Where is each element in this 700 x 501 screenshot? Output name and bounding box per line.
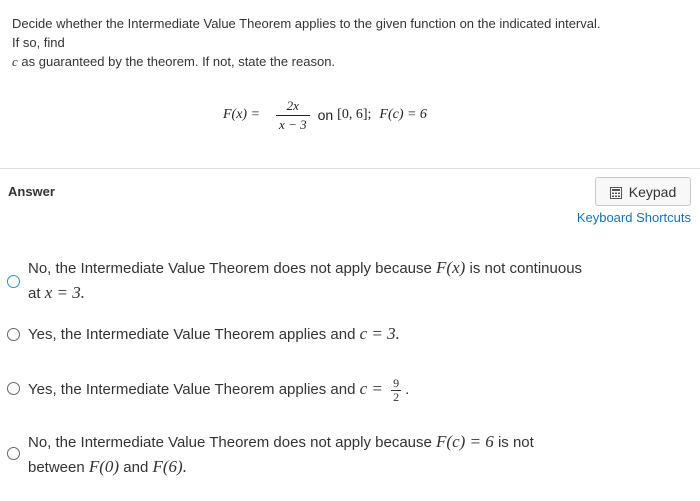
fraction-denominator: x − 3	[276, 114, 310, 133]
question-line-1: Decide whether the Intermediate Value Th…	[12, 16, 601, 31]
function-equation: F(x) = 2x x − 3 on [0, 6]; F(c) = 6	[223, 90, 427, 140]
option-1-line-2: at x = 3.	[28, 283, 85, 302]
equation-condition: F(c) = 6	[379, 107, 427, 122]
equation-fraction: 2x x − 3	[276, 98, 310, 133]
radio-option-4[interactable]	[7, 447, 20, 460]
radio-option-2[interactable]	[7, 328, 20, 341]
question-line-3-rest: as guaranteed by the theorem. If not, st…	[17, 54, 336, 69]
equation-interval: [0, 6];	[337, 107, 372, 122]
radio-option-1[interactable]	[7, 275, 20, 288]
calculator-icon	[609, 186, 622, 199]
option-4-line-2: between F(0) and F(6).	[28, 457, 187, 476]
equation-lhs: F(x) =	[223, 107, 261, 122]
answer-label: Answer	[8, 184, 55, 199]
question-text: Decide whether the Intermediate Value Th…	[12, 14, 692, 71]
option-2-label: Yes, the Intermediate Value Theorem appl…	[28, 324, 400, 343]
fraction-numerator: 2x	[286, 97, 299, 113]
equation-on: on	[317, 107, 334, 123]
keyboard-shortcuts-link[interactable]: Keyboard Shortcuts	[577, 210, 691, 225]
keypad-button[interactable]: Keypad	[595, 177, 691, 206]
question-line-2: If so, find	[12, 35, 65, 50]
keypad-label: Keypad	[628, 183, 677, 200]
option-4-line-1: No, the Intermediate Value Theorem does …	[28, 432, 534, 451]
option-1-line-1: No, the Intermediate Value Theorem does …	[28, 258, 583, 277]
question-line-3: c as guaranteed by the theorem. If not, …	[12, 52, 692, 71]
section-divider	[0, 168, 700, 169]
option-3-fraction: 92	[391, 375, 402, 404]
option-3-label: Yes, the Intermediate Value Theorem appl…	[28, 375, 410, 404]
radio-option-3[interactable]	[7, 382, 20, 395]
